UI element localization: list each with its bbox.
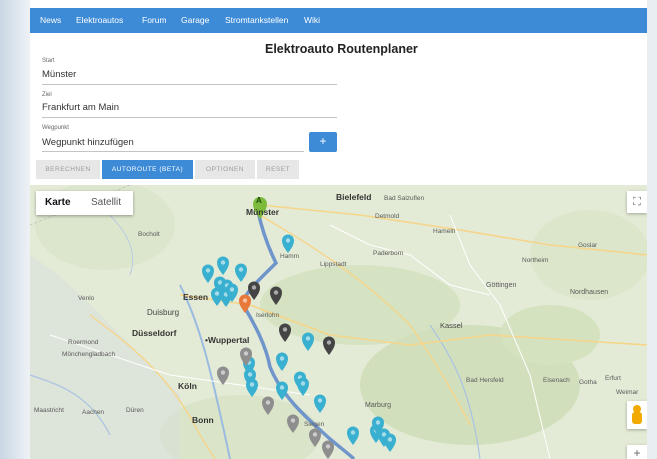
map-label-northeim: Northeim xyxy=(522,257,549,264)
fullscreen-icon: ⛶ xyxy=(633,196,641,208)
nav-item-stromtankstellen[interactable]: Stromtankstellen xyxy=(225,15,288,25)
map-label-kassel: Kassel xyxy=(440,321,463,330)
reset-button[interactable]: RESET xyxy=(257,160,299,179)
map-label-aachen: Aachen xyxy=(82,409,105,416)
map-label-nordhausen: Nordhausen xyxy=(570,289,609,296)
background-left-edge xyxy=(0,0,30,459)
page: News Elektroautos Forum Garage Stromtank… xyxy=(30,0,647,459)
optionen-button[interactable]: OPTIONEN xyxy=(195,160,255,179)
map-label-hameln: Hameln xyxy=(433,228,456,235)
map-label-roermond: Roermond xyxy=(68,339,99,346)
start-marker-letter: A xyxy=(256,196,262,205)
wegpunkt-label: Wegpunkt xyxy=(42,125,69,131)
map-label-goslar: Goslar xyxy=(578,242,598,249)
nav-item-forum[interactable]: Forum xyxy=(142,15,167,25)
map-label-bocholt: Bocholt xyxy=(138,231,160,238)
map-label-wuppertal: •Wuppertal xyxy=(205,335,250,345)
map-label-duisburg: Duisburg xyxy=(147,308,180,317)
nav-item-garage[interactable]: Garage xyxy=(181,15,209,25)
route-map[interactable]: A Münster Bielefeld Bad Salzuflen Detmol… xyxy=(30,185,647,459)
map-label-essen: Essen xyxy=(183,292,209,302)
ziel-label: Ziel xyxy=(42,92,52,98)
wegpunkt-input[interactable]: Wegpunkt hinzufügen xyxy=(42,137,134,148)
map-label-bad-salzuflen: Bad Salzuflen xyxy=(384,195,425,202)
nav-item-news[interactable]: News xyxy=(40,15,61,25)
autoroute-button[interactable]: AUTOROUTE (BETA) xyxy=(102,160,193,179)
map-label-gotha: Gotha xyxy=(579,379,597,386)
map-label-bielefeld: Bielefeld xyxy=(336,192,372,202)
map-label-hamm: Hamm xyxy=(280,253,300,260)
map-label-goettingen: Göttingen xyxy=(486,282,517,289)
map-label-erfurt: Erfurt xyxy=(605,375,621,382)
start-input-underline xyxy=(42,84,337,85)
map-label-venlo: Venlo xyxy=(78,295,95,302)
map-label-moenchengladbach: Mönchengladbach xyxy=(62,351,116,358)
top-navigation: News Elektroautos Forum Garage Stromtank… xyxy=(30,8,647,33)
map-type-satellit-button[interactable]: Satellit xyxy=(91,197,121,208)
map-label-muenster: Münster xyxy=(246,207,280,217)
map-label-weimar: Weimar xyxy=(616,389,639,396)
map-type-karte-button[interactable]: Karte xyxy=(45,197,71,208)
add-waypoint-button[interactable]: + xyxy=(309,132,337,152)
map-canvas xyxy=(30,185,647,459)
pegman-body-icon xyxy=(632,412,642,424)
wegpunkt-input-underline xyxy=(42,151,304,152)
map-label-bonn: Bonn xyxy=(192,415,214,425)
map-label-siegen: Siegen xyxy=(304,421,325,428)
map-label-lippstadt: Lippstadt xyxy=(320,261,347,268)
map-label-bad-hersfeld: Bad Hersfeld xyxy=(466,377,504,384)
fullscreen-button[interactable]: ⛶ xyxy=(627,191,647,213)
map-label-duesseldorf: Düsseldorf xyxy=(132,328,177,338)
page-title: Elektroauto Routenplaner xyxy=(265,42,418,56)
map-label-iserlohn: Iserlohn xyxy=(256,312,280,319)
background-right-edge xyxy=(647,0,657,459)
zoom-in-button[interactable]: + xyxy=(627,445,647,459)
ziel-input-underline xyxy=(42,117,337,118)
street-view-pegman[interactable] xyxy=(627,401,647,429)
start-label: Start xyxy=(42,58,55,64)
nav-item-elektroautos[interactable]: Elektroautos xyxy=(76,15,123,25)
nav-item-wiki[interactable]: Wiki xyxy=(304,15,320,25)
map-label-marburg: Marburg xyxy=(365,402,392,409)
map-label-koeln: Köln xyxy=(178,381,197,391)
map-label-detmold: Detmold xyxy=(375,213,400,220)
map-label-maastricht: Maastricht xyxy=(34,407,64,414)
start-input[interactable]: Münster xyxy=(42,69,76,80)
map-type-control: Karte Satellit xyxy=(36,191,133,215)
ziel-input[interactable]: Frankfurt am Main xyxy=(42,102,119,113)
map-label-eisenach: Eisenach xyxy=(543,377,570,384)
berechnen-button[interactable]: BERECHNEN xyxy=(36,160,100,179)
map-label-paderborn: Paderborn xyxy=(373,250,404,257)
map-label-dueren: Düren xyxy=(126,407,144,414)
